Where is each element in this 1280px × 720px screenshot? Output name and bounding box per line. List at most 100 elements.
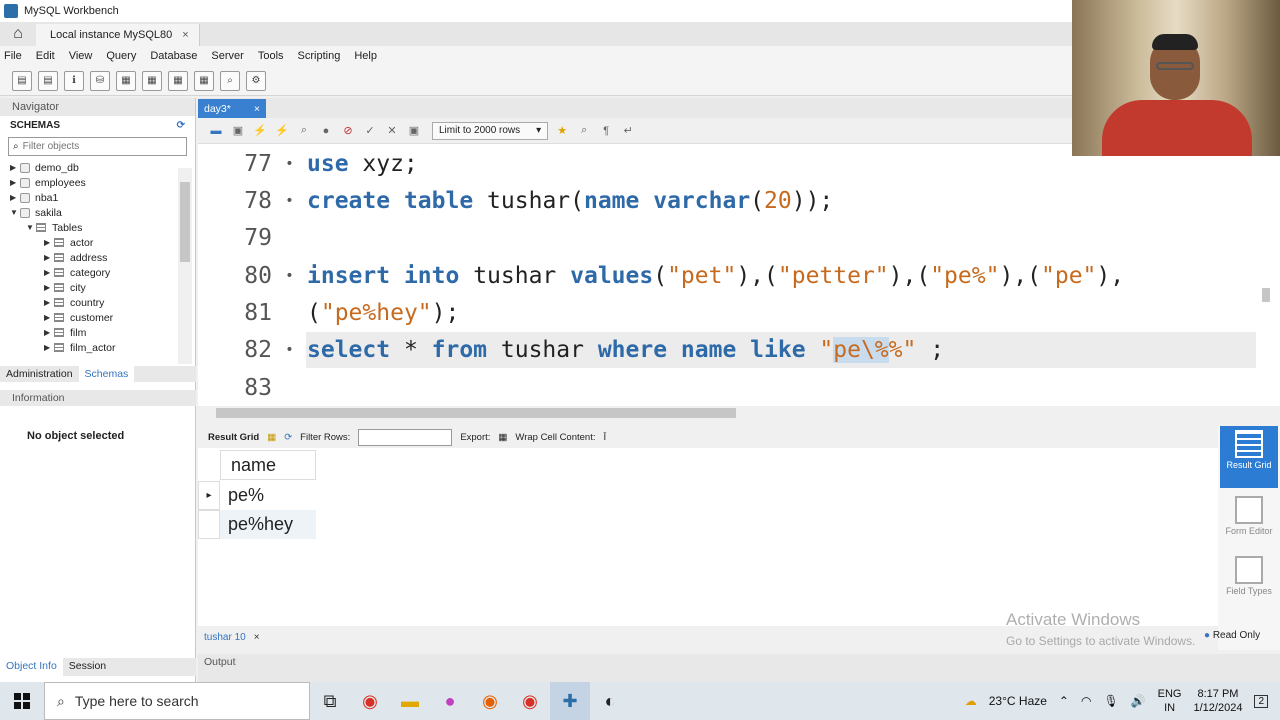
field-types-button[interactable]: Field Types [1220, 556, 1278, 596]
result-tab-label[interactable]: tushar 10 [204, 632, 246, 643]
close-icon[interactable]: × [182, 29, 188, 41]
windows-start-icon[interactable] [0, 682, 44, 720]
scrollbar-thumb[interactable] [216, 408, 736, 418]
language-indicator[interactable]: ENG IN [1158, 687, 1182, 715]
row-selector[interactable] [198, 510, 220, 539]
explain-icon[interactable]: ⌕ [296, 123, 312, 139]
create-function-icon[interactable]: ▦ [194, 70, 214, 91]
menu-tools[interactable]: Tools [258, 50, 284, 62]
result-grid-label[interactable]: Result Grid [208, 432, 259, 443]
menu-query[interactable]: Query [106, 50, 136, 62]
tables-folder[interactable]: ▼ Tables [10, 220, 195, 235]
table-item[interactable]: ▶ actor [10, 235, 195, 250]
toggle-error-icon[interactable]: ⊘ [340, 123, 356, 139]
close-icon[interactable]: × [254, 632, 260, 643]
limit-rows-select[interactable]: Limit to 2000 rows ▾ [432, 121, 549, 140]
filter-objects-input[interactable] [22, 141, 173, 152]
stop-icon[interactable]: ● [318, 123, 334, 139]
file-explorer-icon[interactable]: ▬ [390, 682, 430, 720]
commit-icon[interactable]: ✓ [362, 123, 378, 139]
expand-arrow-icon[interactable]: ▶ [44, 298, 54, 307]
schema-item[interactable]: ▶ demo_db [10, 160, 195, 175]
schema-item[interactable]: ▶ nba1 [10, 190, 195, 205]
expand-arrow-icon[interactable]: ▶ [10, 178, 20, 187]
tab-object-info[interactable]: Object Info [0, 658, 63, 676]
home-icon[interactable]: ⌂ [0, 22, 36, 46]
clock[interactable]: 8:17 PM 1/12/2024 [1194, 687, 1243, 715]
inspector-icon[interactable]: ℹ [64, 70, 84, 91]
schema-item[interactable]: ▶ employees [10, 175, 195, 190]
table-item[interactable]: ▶ city [10, 280, 195, 295]
expand-arrow-icon[interactable]: ▶ [44, 328, 54, 337]
filter-rows-input[interactable] [358, 428, 453, 446]
scrollbar-thumb[interactable] [180, 182, 190, 262]
notification-icon[interactable]: 2 [1254, 694, 1268, 708]
navigator-scrollbar[interactable] [178, 168, 192, 364]
wifi-icon[interactable]: ◠ [1081, 694, 1091, 708]
create-procedure-icon[interactable]: ▦ [168, 70, 188, 91]
tab-administration[interactable]: Administration [0, 366, 79, 382]
weather-icon[interactable]: ☁ [965, 694, 977, 708]
taskbar-search-box[interactable]: ⌕ Type here to search [44, 682, 310, 720]
task-view-icon[interactable]: ⧉ [310, 682, 350, 720]
column-header-name[interactable]: name [220, 450, 316, 480]
beautify-icon[interactable]: ★ [554, 123, 570, 139]
tab-session[interactable]: Session [63, 658, 112, 676]
table-item[interactable]: ▶ film_actor [10, 340, 195, 355]
open-folder-icon[interactable]: ▬ [208, 123, 224, 139]
mysql-workbench-taskbar-icon[interactable]: ✚ [550, 682, 590, 720]
open-sql-script-icon[interactable]: ▤ [38, 70, 58, 91]
table-row[interactable]: pe%hey [220, 510, 316, 539]
wrap-lines-icon[interactable]: ↵ [620, 123, 636, 139]
invisible-chars-icon[interactable]: ¶ [598, 123, 614, 139]
table-item[interactable]: ▶ address [10, 250, 195, 265]
color-app-icon[interactable]: ● [430, 682, 470, 720]
menu-edit[interactable]: Edit [36, 50, 55, 62]
expand-arrow-icon[interactable]: ▶ [44, 313, 54, 322]
find-icon[interactable]: ⌕ [576, 123, 592, 139]
volume-icon[interactable]: 🔊 [1131, 694, 1146, 708]
expand-arrow-icon[interactable]: ▶ [44, 283, 54, 292]
result-grid-view-button[interactable]: Result Grid [1220, 426, 1278, 488]
menu-view[interactable]: View [69, 50, 93, 62]
chrome-icon[interactable]: ◉ [350, 682, 390, 720]
create-view-icon[interactable]: ▦ [142, 70, 162, 91]
editor-vertical-scrollbar[interactable] [1256, 144, 1280, 406]
form-editor-button[interactable]: Form Editor [1220, 496, 1278, 536]
microphone-icon[interactable]: 🎙 [1103, 694, 1118, 708]
schema-item[interactable]: ▼ sakila [10, 205, 195, 220]
scrollbar-thumb[interactable] [1262, 288, 1270, 302]
menu-help[interactable]: Help [354, 50, 377, 62]
filter-objects-field[interactable]: ⌕ [8, 137, 187, 156]
menu-database[interactable]: Database [150, 50, 197, 62]
chrome-profile-icon[interactable]: ◉ [510, 682, 550, 720]
refresh-icon[interactable]: ⟳ [177, 120, 185, 131]
rollback-icon[interactable]: ✕ [384, 123, 400, 139]
weather-text[interactable]: 23°C Haze [989, 694, 1047, 708]
create-schema-icon[interactable]: ⛁ [90, 70, 110, 91]
execute-current-icon[interactable]: ⚡ [274, 123, 290, 139]
tab-schemas[interactable]: Schemas [78, 366, 135, 382]
execute-icon[interactable]: ⚡ [252, 123, 268, 139]
expand-arrow-icon[interactable]: ▶ [44, 268, 54, 277]
collapse-arrow-icon[interactable]: ▼ [26, 223, 36, 232]
expand-arrow-icon[interactable]: ▶ [10, 193, 20, 202]
table-item[interactable]: ▶ customer [10, 310, 195, 325]
expand-arrow-icon[interactable]: ▶ [10, 163, 20, 172]
reconnect-icon[interactable]: ⚙ [246, 70, 266, 91]
refresh-icon[interactable]: ⟳ [284, 432, 292, 443]
firefox-icon[interactable]: ◉ [470, 682, 510, 720]
obs-icon[interactable]: ◐ [590, 682, 630, 720]
menu-file[interactable]: File [4, 50, 22, 62]
wrap-cell-icon[interactable]: Ī [604, 432, 607, 443]
editor-horizontal-scrollbar[interactable] [198, 406, 1260, 420]
table-item[interactable]: ▶ country [10, 295, 195, 310]
expand-arrow-icon[interactable]: ▶ [44, 253, 54, 262]
menu-scripting[interactable]: Scripting [298, 50, 341, 62]
create-table-icon[interactable]: ▦ [116, 70, 136, 91]
chevron-up-icon[interactable]: ⌃ [1059, 694, 1069, 708]
save-icon[interactable]: ▣ [230, 123, 246, 139]
autocommit-icon[interactable]: ▣ [406, 123, 422, 139]
expand-arrow-icon[interactable]: ▶ [44, 343, 54, 352]
new-sql-tab-icon[interactable]: ▤ [12, 70, 32, 91]
